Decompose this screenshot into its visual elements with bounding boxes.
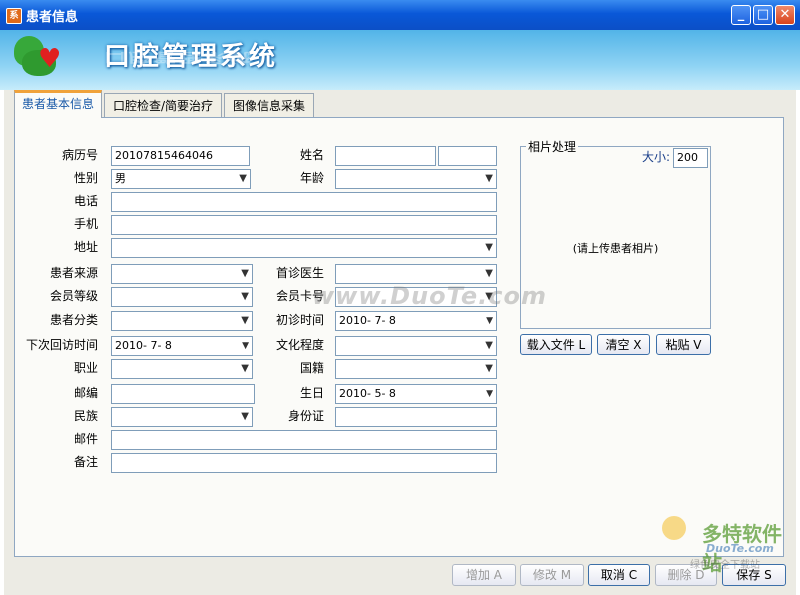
add-button[interactable]: 增加 A	[452, 564, 516, 586]
photo-size-label: 大小:	[641, 150, 670, 164]
postcode-field[interactable]	[111, 384, 255, 404]
birthday-label: 生日	[299, 386, 324, 400]
chevron-down-icon: ▼	[242, 341, 249, 351]
chevron-down-icon: ▼	[485, 340, 493, 351]
address-label: 地址	[73, 240, 98, 254]
id-card-label: 身份证	[287, 409, 324, 423]
gender-select[interactable]: 男 ▼	[111, 169, 251, 189]
occupation-label: 职业	[73, 361, 98, 375]
source-label: 患者来源	[49, 266, 98, 280]
email-field[interactable]	[111, 430, 497, 450]
id-card-field[interactable]	[335, 407, 497, 427]
maximize-icon: □	[756, 7, 770, 22]
clear-photo-button[interactable]: 清空 X	[597, 334, 650, 355]
postcode-label: 邮编	[73, 386, 98, 400]
phone-label: 电话	[73, 194, 98, 208]
cancel-button[interactable]: 取消 C	[588, 564, 650, 586]
maximize-button[interactable]: □	[753, 5, 773, 25]
age-select[interactable]: ▼	[335, 169, 497, 189]
first-visit-date-picker[interactable]: 2010- 7- 8 ▼	[335, 311, 497, 331]
birthday-date-picker[interactable]: 2010- 5- 8 ▼	[335, 384, 497, 404]
remarks-label: 备注	[73, 455, 98, 469]
load-file-button[interactable]: 载入文件 L	[520, 334, 592, 355]
record-no-label: 病历号	[61, 148, 98, 162]
source-select[interactable]: ▼	[111, 264, 253, 284]
chevron-down-icon: ▼	[241, 291, 249, 302]
chevron-down-icon: ▼	[485, 268, 493, 279]
mobile-field[interactable]	[111, 215, 497, 235]
name-field-2[interactable]	[438, 146, 497, 166]
chevron-down-icon: ▼	[486, 316, 493, 326]
chevron-down-icon: ▼	[485, 173, 493, 184]
record-no-field[interactable]: 20107815464046	[111, 146, 250, 166]
nationality-select[interactable]: ▼	[335, 359, 497, 379]
app-banner: ♥ 口腔管理系统 口腔管理系统	[0, 30, 800, 90]
photo-groupbox	[520, 146, 711, 329]
minimize-button[interactable]: _	[731, 5, 751, 25]
category-select[interactable]: ▼	[111, 311, 253, 331]
close-icon: ✕	[779, 7, 791, 22]
tab-image-capture[interactable]: 图像信息采集	[224, 93, 314, 118]
next-visit-label: 下次回访时间	[25, 338, 98, 352]
photo-placeholder[interactable]: (请上传患者相片)	[520, 240, 711, 256]
category-label: 患者分类	[49, 313, 98, 327]
first-doctor-label: 首诊医生	[275, 266, 324, 280]
chevron-down-icon: ▼	[485, 242, 493, 253]
chevron-down-icon: ▼	[239, 173, 247, 184]
banner-title-reflection: 口腔管理系统	[104, 49, 255, 65]
app-icon: 系	[6, 8, 22, 24]
close-button[interactable]: ✕	[775, 5, 795, 25]
first-visit-label: 初诊时间	[275, 313, 324, 327]
gender-value: 男	[115, 172, 126, 185]
photo-groupbox-title: 相片处理	[526, 138, 579, 155]
tab-oral-exam[interactable]: 口腔检查/简要治疗	[104, 93, 222, 118]
watermark-logo-url: DuoTe.com	[706, 542, 774, 555]
member-level-select[interactable]: ▼	[111, 287, 253, 307]
education-select[interactable]: ▼	[335, 336, 497, 356]
ethnicity-select[interactable]: ▼	[111, 407, 253, 427]
modify-button[interactable]: 修改 M	[520, 564, 584, 586]
remarks-field[interactable]	[111, 453, 497, 473]
birthday-value: 2010- 5- 8	[339, 387, 396, 400]
logo-heart-icon: ♥	[38, 44, 62, 74]
education-label: 文化程度	[275, 338, 324, 352]
name-field[interactable]	[335, 146, 436, 166]
paste-photo-button[interactable]: 粘贴 V	[656, 334, 711, 355]
minimize-icon: _	[737, 7, 745, 22]
address-select[interactable]: ▼	[111, 238, 497, 258]
window-title: 患者信息	[26, 10, 79, 25]
name-label: 姓名	[299, 148, 324, 162]
nationality-label: 国籍	[299, 361, 324, 375]
mobile-label: 手机	[73, 217, 98, 231]
phone-field[interactable]	[111, 192, 497, 212]
photo-size-field[interactable]: 200	[673, 148, 708, 168]
watermark-logo-icon	[662, 516, 686, 540]
title-bar[interactable]	[0, 0, 800, 30]
tab-basic-info[interactable]: 患者基本信息	[14, 90, 102, 118]
first-doctor-select[interactable]: ▼	[335, 264, 497, 284]
watermark-logo-subtitle: 绿色安全下载站	[690, 560, 760, 571]
next-visit-date-picker[interactable]: 2010- 7- 8 ▼	[111, 336, 253, 356]
next-visit-value: 2010- 7- 8	[115, 339, 172, 352]
chevron-down-icon: ▼	[241, 268, 249, 279]
age-label: 年龄	[299, 171, 324, 185]
chevron-down-icon: ▼	[241, 363, 249, 374]
email-label: 邮件	[73, 432, 98, 446]
watermark-text: www.DuoTe.com	[312, 282, 547, 310]
gender-label: 性别	[73, 171, 98, 185]
chevron-down-icon: ▼	[485, 363, 493, 374]
chevron-down-icon: ▼	[241, 315, 249, 326]
first-visit-value: 2010- 7- 8	[339, 314, 396, 327]
member-level-label: 会员等级	[49, 289, 98, 303]
chevron-down-icon: ▼	[241, 411, 249, 422]
ethnicity-label: 民族	[73, 409, 98, 423]
chevron-down-icon: ▼	[486, 389, 493, 399]
occupation-select[interactable]: ▼	[111, 359, 253, 379]
